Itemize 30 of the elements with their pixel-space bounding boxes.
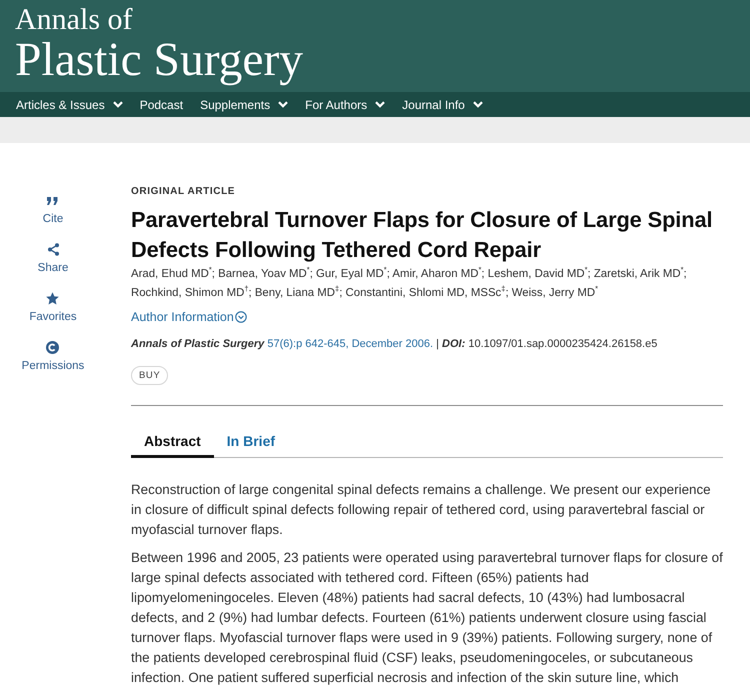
journal-logo-text[interactable]: Annals of: [15, 4, 132, 36]
chevron-circle-icon: [234, 311, 247, 323]
sidebar-action[interactable]: Permissions: [22, 341, 84, 372]
author-information-link[interactable]: Author Information: [131, 310, 247, 324]
nav-menu-item[interactable]: Journal Info: [402, 98, 483, 112]
sidebar-action[interactable]: Favorites: [29, 292, 77, 323]
article-title: Paravertebral Turnover Flaps for Closure of Large Spinal Defects Following Tethered Cord Repair: [131, 206, 714, 264]
journal-logo-text[interactable]: Plastic Surgery: [15, 36, 304, 84]
separator: |: [436, 338, 439, 350]
citation-link[interactable]: 57(6):p 642-645, December 2006.: [267, 338, 434, 350]
doi-label: DOI:: [442, 338, 466, 350]
buy-button[interactable]: BUY: [131, 366, 168, 385]
star-icon: [46, 292, 60, 305]
nav-menu-item[interactable]: Supplements: [200, 98, 288, 112]
copyright-icon: [46, 341, 60, 354]
journal-name: Annals of Plastic Surgery: [131, 338, 264, 350]
nav-menu-item[interactable]: For Authors: [305, 98, 386, 112]
doi-value: 10.1097/01.sap.0000235424.26158.e5: [468, 338, 658, 350]
nav-menu-item[interactable]: Podcast: [140, 98, 184, 112]
abstract-paragraph: Reconstruction of large congenital spinal defects remains a challenge. We present our experience in closure of difficult spinal defects following repair of tethered cord, using paravertebral fascial or myofascial turnover flaps.: [131, 481, 712, 539]
tab[interactable]: Abstract: [131, 433, 214, 458]
sidebar-action[interactable]: Share: [38, 243, 68, 274]
sidebar-action[interactable]: Cite: [42, 194, 64, 225]
tab[interactable]: In Brief: [214, 433, 288, 458]
quote-icon: [46, 194, 60, 207]
author-list: Arad, Ehud MD$^{*}$; Barnea, Yoav MD$^{*}$; Gur, Eyal MD$^{*}$; Amir, Aharon MD$^{*}$; Leshem, David MD$^{*}$; Zaretski, Arik MD$^{*}$; Rochkind, Shimon MD$^{†}$; Beny, Liana MD$^{‡}$; Constantini, Shlomi MD, MSSc$^{‡}$; Weiss, Jerry MD$^{*}$: [131, 265, 723, 303]
abstract-paragraph: Between 1996 and 2005, 23 patients were operated using paravertebral turnover flaps for closure of large spinal defects associated with tethered cord. Fifteen (65%) patients had lipomyelomeningoceles. Eleven (48%) patients had sacral defects, 10 (43%) had lumbosacral defects, and 2 (9%) had lumbar defects. Fourteen (61%) patients underwent closure using fascial turnover flaps. Myofascial turnover flaps were used in 9 (39%) patients. Following surgery, none of the patients developed cerebrospinal fluid (CSF) leaks, pseudomeningoceles, or subcutaneous infection. One patient suffered superficial necrosis and infection of the skin suture line, which: [131, 549, 723, 687]
share-icon: [46, 243, 60, 256]
nav-menu-item[interactable]: Articles & Issues: [16, 98, 123, 112]
article-type: ORIGINAL ARTICLE: [131, 186, 236, 197]
